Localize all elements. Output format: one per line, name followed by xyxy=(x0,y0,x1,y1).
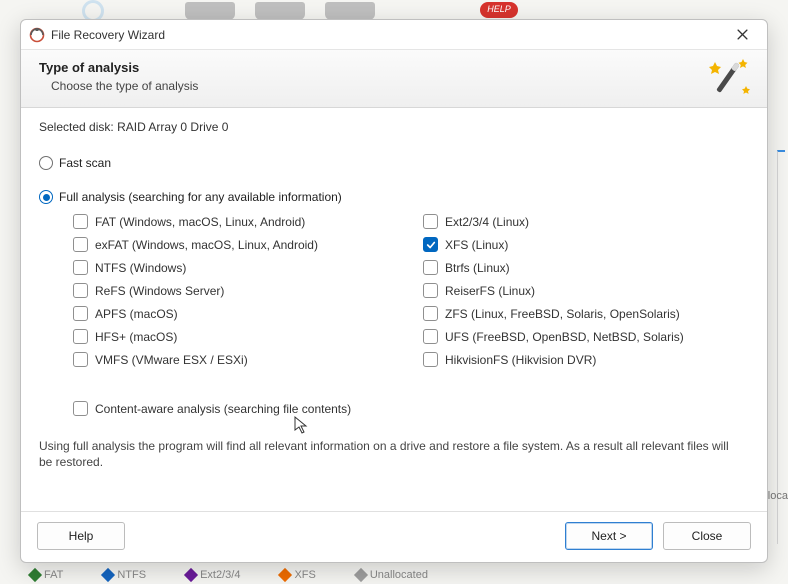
selected-disk: Selected disk: RAID Array 0 Drive 0 xyxy=(39,120,749,134)
drive-icon xyxy=(325,2,375,20)
fs-ext[interactable]: Ext2/3/4 (Linux) xyxy=(423,214,749,229)
fs-hfs[interactable]: HFS+ (macOS) xyxy=(73,329,393,344)
radio-icon xyxy=(39,190,53,204)
cursor-icon xyxy=(293,415,311,435)
help-button[interactable]: Help xyxy=(37,522,125,550)
selected-disk-value: RAID Array 0 Drive 0 xyxy=(117,120,228,134)
fs-exfat[interactable]: exFAT (Windows, macOS, Linux, Android) xyxy=(73,237,393,252)
selected-disk-label: Selected disk: xyxy=(39,120,114,134)
wizard-body: Selected disk: RAID Array 0 Drive 0 Fast… xyxy=(21,108,767,511)
bg-divider xyxy=(777,150,785,544)
fs-label: APFS (macOS) xyxy=(95,307,178,321)
file-recovery-wizard-dialog: File Recovery Wizard Type of analysis Ch… xyxy=(20,19,768,563)
fs-label: ReiserFS (Linux) xyxy=(445,284,535,298)
wizard-wand-icon xyxy=(705,56,755,102)
header-subtitle: Choose the type of analysis xyxy=(51,79,751,93)
fs-label: UFS (FreeBSD, OpenBSD, NetBSD, Solaris) xyxy=(445,330,684,344)
full-analysis-label: Full analysis (searching for any availab… xyxy=(59,190,342,204)
fs-label: VMFS (VMware ESX / ESXi) xyxy=(95,353,248,367)
drive-icon xyxy=(255,2,305,20)
radio-icon xyxy=(39,156,53,170)
window-title: File Recovery Wizard xyxy=(51,28,721,42)
close-button[interactable] xyxy=(721,21,763,49)
help-pill: HELP xyxy=(480,2,518,18)
option-content-aware[interactable]: Content-aware analysis (searching file c… xyxy=(73,401,749,416)
fs-btrfs[interactable]: Btrfs (Linux) xyxy=(423,260,749,275)
fs-refs[interactable]: ReFS (Windows Server) xyxy=(73,283,393,298)
close-icon xyxy=(737,29,748,40)
option-full-analysis[interactable]: Full analysis (searching for any availab… xyxy=(39,190,749,204)
drive-icon xyxy=(185,2,235,20)
fs-label: Ext2/3/4 (Linux) xyxy=(445,215,529,229)
fs-label: FAT (Windows, macOS, Linux, Android) xyxy=(95,215,305,229)
fs-reiser[interactable]: ReiserFS (Linux) xyxy=(423,283,749,298)
fs-hikvision[interactable]: HikvisionFS (Hikvision DVR) xyxy=(423,352,749,367)
next-button[interactable]: Next > xyxy=(565,522,653,550)
option-fast-scan[interactable]: Fast scan xyxy=(39,156,749,170)
fs-fat[interactable]: FAT (Windows, macOS, Linux, Android) xyxy=(73,214,393,229)
analysis-description: Using full analysis the program will fin… xyxy=(39,438,749,470)
fs-label: exFAT (Windows, macOS, Linux, Android) xyxy=(95,238,318,252)
fs-xfs[interactable]: XFS (Linux) xyxy=(423,237,749,252)
wizard-footer: Help Next > Close xyxy=(21,511,767,562)
header-title: Type of analysis xyxy=(39,60,751,75)
wizard-header: Type of analysis Choose the type of anal… xyxy=(21,50,767,108)
fast-scan-label: Fast scan xyxy=(59,156,111,170)
fs-label: NTFS (Windows) xyxy=(95,261,186,275)
checkbox-icon xyxy=(73,401,88,416)
app-icon xyxy=(29,27,45,43)
titlebar: File Recovery Wizard xyxy=(21,20,767,50)
fs-vmfs[interactable]: VMFS (VMware ESX / ESXi) xyxy=(73,352,393,367)
bg-legend: FAT NTFS Ext2/3/4 XFS Unallocated xyxy=(30,568,778,582)
filesystem-grid: FAT (Windows, macOS, Linux, Android) Ext… xyxy=(73,214,749,367)
fs-apfs[interactable]: APFS (macOS) xyxy=(73,306,393,321)
fs-label: HFS+ (macOS) xyxy=(95,330,177,344)
fs-label: ReFS (Windows Server) xyxy=(95,284,224,298)
fs-label: Btrfs (Linux) xyxy=(445,261,510,275)
fs-ufs[interactable]: UFS (FreeBSD, OpenBSD, NetBSD, Solaris) xyxy=(423,329,749,344)
close-dialog-button[interactable]: Close xyxy=(663,522,751,550)
fs-ntfs[interactable]: NTFS (Windows) xyxy=(73,260,393,275)
fs-zfs[interactable]: ZFS (Linux, FreeBSD, Solaris, OpenSolari… xyxy=(423,306,749,321)
content-aware-label: Content-aware analysis (searching file c… xyxy=(95,402,351,416)
fs-label: XFS (Linux) xyxy=(445,238,508,252)
checkbox-icon xyxy=(423,237,438,252)
fs-label: ZFS (Linux, FreeBSD, Solaris, OpenSolari… xyxy=(445,307,680,321)
fs-label: HikvisionFS (Hikvision DVR) xyxy=(445,353,596,367)
